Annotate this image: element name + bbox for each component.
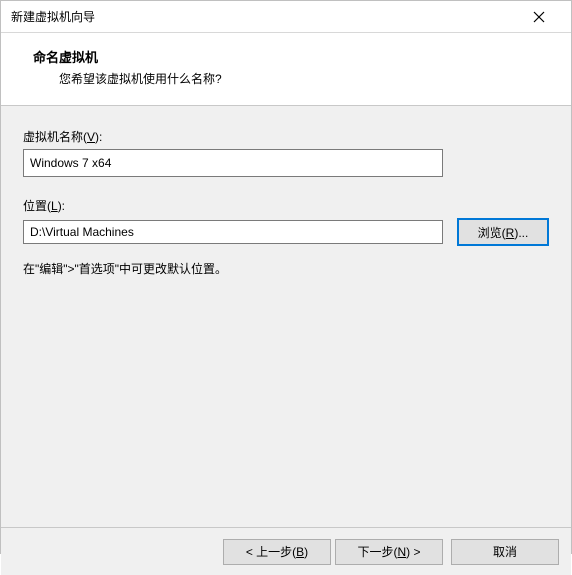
- hint-text: 在"编辑">"首选项"中可更改默认位置。: [23, 260, 549, 277]
- browse-button[interactable]: 浏览(R)...: [457, 218, 549, 246]
- page-subtitle: 您希望该虚拟机使用什么名称?: [59, 70, 551, 87]
- close-icon: [533, 11, 545, 23]
- vm-name-input[interactable]: [23, 149, 443, 177]
- vm-name-label: 虚拟机名称(V):: [23, 128, 549, 145]
- page-title: 命名虚拟机: [33, 47, 551, 66]
- wizard-header: 命名虚拟机 您希望该虚拟机使用什么名称?: [1, 33, 571, 106]
- titlebar: 新建虚拟机向导: [1, 1, 571, 33]
- wizard-content: 虚拟机名称(V): 位置(L): 浏览(R)... 在"编辑">"首选项"中可更…: [1, 106, 571, 527]
- back-button[interactable]: < 上一步(B): [223, 539, 331, 565]
- window-title: 新建虚拟机向导: [11, 8, 95, 25]
- next-button[interactable]: 下一步(N) >: [335, 539, 443, 565]
- wizard-footer: < 上一步(B) 下一步(N) > 取消: [1, 527, 571, 575]
- location-label: 位置(L):: [23, 197, 549, 214]
- close-button[interactable]: [519, 3, 559, 31]
- location-input[interactable]: [23, 220, 443, 244]
- cancel-button[interactable]: 取消: [451, 539, 559, 565]
